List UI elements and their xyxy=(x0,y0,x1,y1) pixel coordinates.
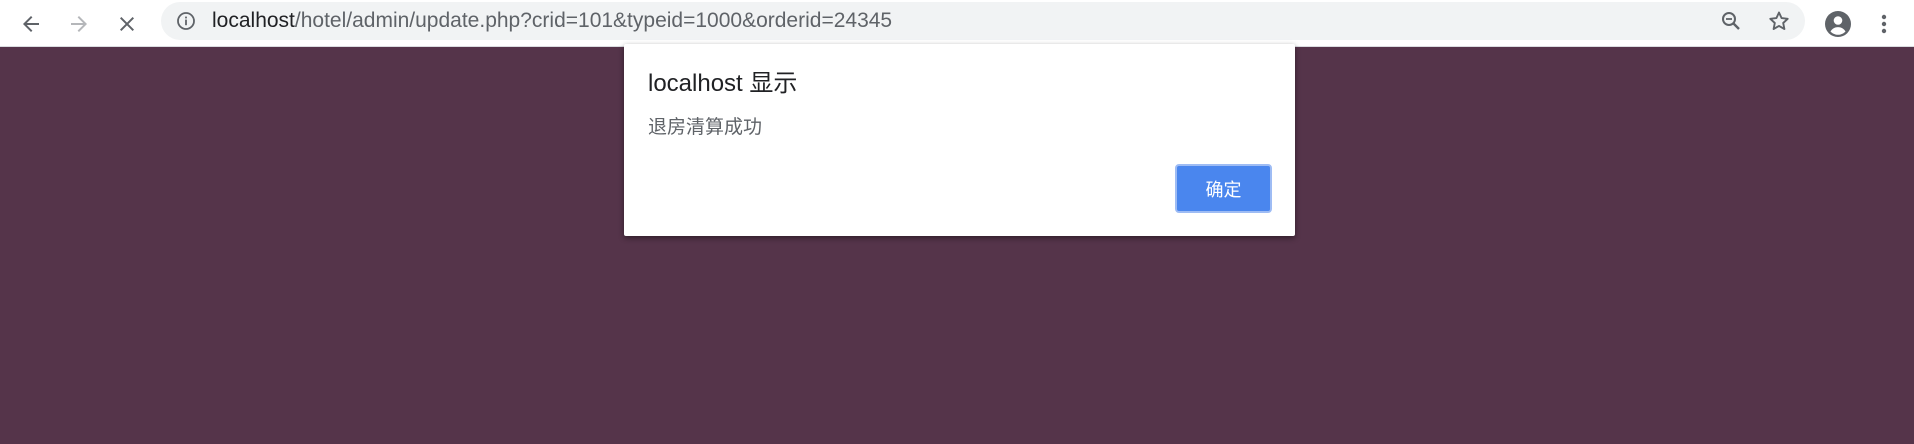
profile-button[interactable] xyxy=(1820,6,1856,42)
forward-button[interactable] xyxy=(61,6,97,42)
address-bar[interactable]: localhost/hotel/admin/update.php?crid=10… xyxy=(161,2,1805,40)
stop-loading-button[interactable] xyxy=(109,6,145,42)
zoom-out-icon[interactable] xyxy=(1719,9,1743,33)
alert-dialog: localhost 显示 退房清算成功 确定 xyxy=(624,44,1295,236)
ok-button[interactable]: 确定 xyxy=(1175,164,1272,213)
close-icon xyxy=(120,17,134,31)
browser-toolbar: localhost/hotel/admin/update.php?crid=10… xyxy=(0,0,1914,47)
url-host: localhost xyxy=(212,9,295,32)
back-button[interactable] xyxy=(13,6,49,42)
url-text[interactable]: localhost/hotel/admin/update.php?crid=10… xyxy=(212,2,892,40)
browser-menu-button[interactable] xyxy=(1869,6,1899,42)
alert-message: 退房清算成功 xyxy=(648,116,763,138)
alert-title: localhost 显示 xyxy=(648,70,798,97)
back-arrow-icon xyxy=(23,16,39,32)
url-path: /hotel/admin/update.php?crid=101&typeid=… xyxy=(294,9,893,32)
info-icon[interactable] xyxy=(176,11,196,31)
more-vert-icon xyxy=(1881,14,1887,34)
account-icon xyxy=(1825,11,1851,37)
star-icon[interactable] xyxy=(1767,9,1791,33)
forward-arrow-icon xyxy=(71,16,87,32)
